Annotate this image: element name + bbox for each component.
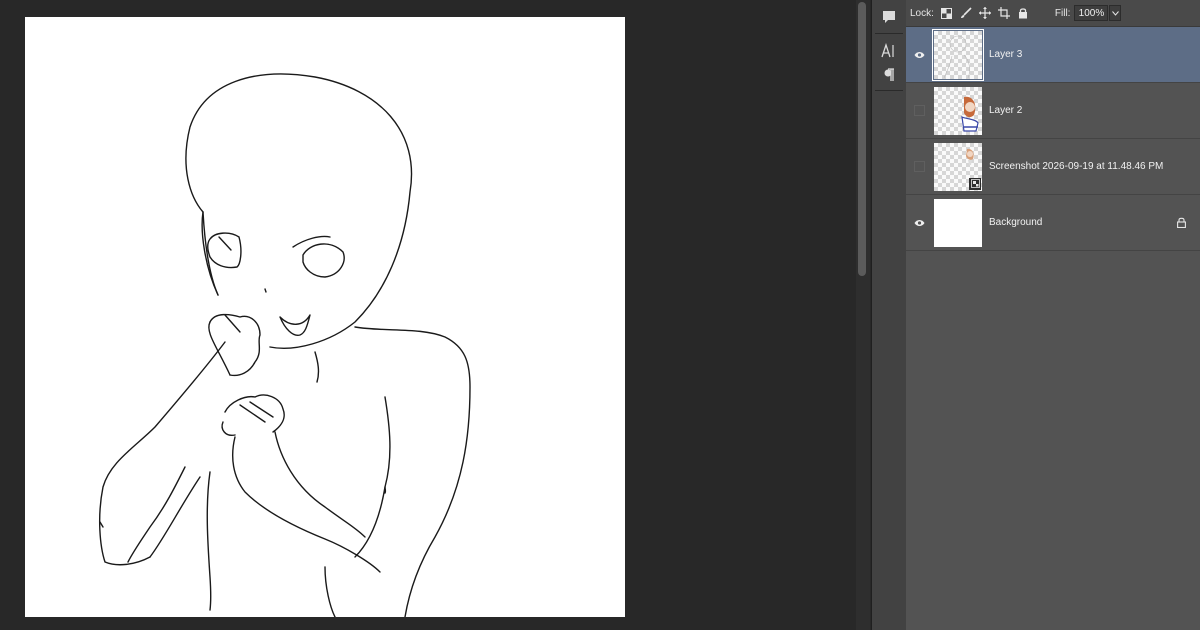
layer-lock-icon bbox=[1177, 215, 1186, 233]
eye-icon bbox=[914, 219, 924, 226]
panel-icon-strip bbox=[871, 0, 907, 630]
lock-all-icon[interactable] bbox=[1016, 6, 1030, 20]
layer-name: Layer 2 bbox=[989, 105, 1023, 116]
fill-label: Fill: bbox=[1054, 7, 1071, 19]
layer-row-layer-3[interactable]: Layer 3 bbox=[906, 27, 1200, 83]
vertical-scrollbar[interactable] bbox=[856, 0, 870, 630]
layer-thumbnail[interactable] bbox=[934, 198, 982, 247]
layer-row-screenshot[interactable]: Screenshot 2026-09-19 at 11.48.46 PM bbox=[906, 139, 1200, 195]
chevron-down-icon bbox=[1112, 10, 1119, 16]
visibility-toggle[interactable] bbox=[906, 195, 932, 250]
paragraph-icon[interactable] bbox=[872, 62, 906, 88]
layers-lock-bar: Lock: Fill: 100% bbox=[906, 0, 1200, 27]
character-icon[interactable] bbox=[872, 38, 906, 64]
layer-row-layer-2[interactable]: Layer 2 bbox=[906, 83, 1200, 139]
fill-value-input[interactable]: 100% bbox=[1074, 5, 1109, 21]
lock-transparent-pixels-icon[interactable] bbox=[940, 6, 954, 20]
thumbnail-sketch bbox=[943, 35, 970, 78]
layer-row-background[interactable]: Background bbox=[906, 195, 1200, 251]
visibility-toggle[interactable] bbox=[906, 139, 932, 194]
smart-object-icon bbox=[969, 177, 981, 190]
visibility-toggle[interactable] bbox=[906, 83, 932, 138]
layers-panel: Lock: Fill: 100% Layer 3 Layer 2 Screens… bbox=[906, 0, 1200, 630]
comment-icon[interactable] bbox=[872, 4, 906, 30]
lock-label: Lock: bbox=[910, 7, 934, 19]
layer-thumbnail[interactable] bbox=[934, 142, 982, 191]
sketch-drawing bbox=[99, 73, 471, 617]
toolstrip-divider bbox=[875, 90, 903, 91]
lock-artboard-icon[interactable] bbox=[997, 6, 1011, 20]
scrollbar-thumb[interactable] bbox=[858, 2, 866, 276]
lock-position-icon[interactable] bbox=[978, 6, 992, 20]
eye-icon bbox=[914, 51, 924, 58]
thumbnail-character bbox=[961, 96, 979, 132]
toolstrip-divider bbox=[875, 33, 903, 34]
layer-name: Layer 3 bbox=[989, 49, 1023, 60]
layers-list: Layer 3 Layer 2 Screenshot 2026-09-19 at… bbox=[906, 27, 1200, 251]
layer-thumbnail[interactable] bbox=[932, 28, 984, 81]
document-workspace bbox=[0, 0, 856, 630]
document-canvas[interactable] bbox=[25, 17, 625, 617]
visibility-toggle[interactable] bbox=[906, 27, 932, 82]
layer-name: Background bbox=[989, 217, 1043, 228]
lock-image-pixels-icon[interactable] bbox=[959, 6, 973, 20]
layer-thumbnail[interactable] bbox=[934, 86, 982, 135]
layer-name: Screenshot 2026-09-19 at 11.48.46 PM bbox=[989, 161, 1164, 172]
fill-dropdown-button[interactable] bbox=[1109, 5, 1122, 21]
